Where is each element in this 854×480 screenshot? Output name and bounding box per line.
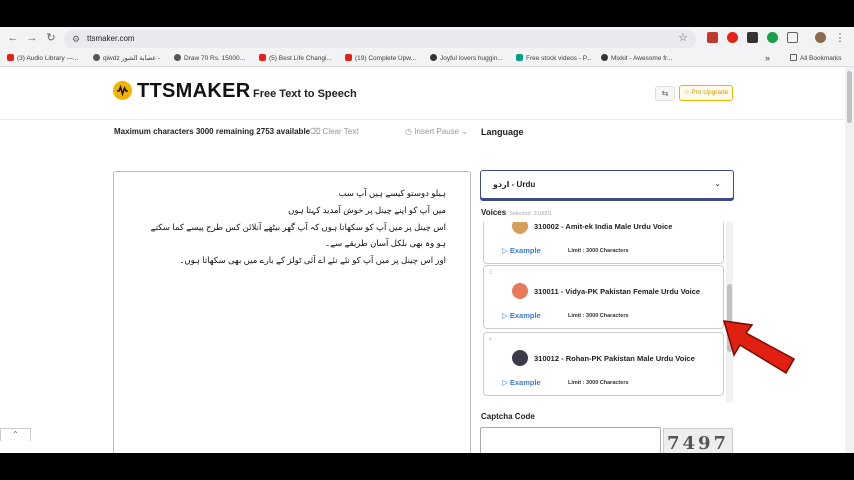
translate-icon[interactable]: ⇆ (655, 86, 675, 101)
browser-toolbar: ← → ↻ ⚙ ttsmaker.com ☆ ⋮ (0, 27, 854, 50)
captcha-image[interactable]: 7497 (663, 428, 733, 453)
bookmark-item[interactable]: Draw 70 Rs. 15000... (174, 53, 245, 64)
voice-limit: Limit : 3000 Characters (568, 313, 629, 319)
chevron-down-icon: ⌄ (459, 127, 469, 136)
voice-card[interactable]: 2 310002 - Amit-ek India Male Urdu Voice… (483, 222, 724, 264)
voice-name: 310002 - Amit-ek India Male Urdu Voice (534, 222, 673, 231)
bookmarks-bar: (3) Audio Library —... qiwdz عصابة الشور… (0, 50, 854, 67)
voice-number: 4 (489, 337, 492, 343)
language-select[interactable]: اردو - Urdu ⌄ (480, 170, 734, 199)
voice-example-button[interactable]: ▷ Example (502, 246, 541, 255)
extension-icon[interactable] (707, 32, 718, 43)
insert-pause-button[interactable]: ◷ Insert Pause ⌄ (405, 127, 468, 137)
menu-kebab-icon[interactable]: ⋮ (833, 31, 847, 45)
reload-icon[interactable]: ↻ (44, 31, 58, 45)
page-scrollbar[interactable] (845, 67, 854, 453)
back-icon[interactable]: ← (6, 31, 20, 45)
header-divider (0, 119, 845, 120)
captcha-input[interactable] (480, 427, 661, 453)
language-label: Language (481, 127, 524, 137)
scroll-top-chevron-icon[interactable]: ⌃ (0, 428, 31, 441)
char-count-label: Maximum characters 3000 remaining 2753 a… (114, 127, 311, 136)
captcha-label: Captcha Code (481, 412, 535, 421)
address-url: ttsmaker.com (87, 34, 135, 43)
text-input-area[interactable]: ہیلو دوستو کیسے ہیں آپ سب میں آپ کو اپنے… (113, 171, 471, 453)
bookmark-item[interactable]: (3) Audio Library —... (7, 53, 78, 64)
bookmark-star-icon[interactable]: ☆ (678, 32, 688, 45)
voice-avatar (512, 222, 528, 234)
all-bookmarks-button[interactable]: All Bookmarks (790, 53, 842, 64)
youtube-icon (7, 54, 14, 61)
browser-window: ← → ↻ ⚙ ttsmaker.com ☆ ⋮ (3) Audio Libra… (0, 27, 854, 453)
clear-text-button[interactable]: ⌫ Clear Text (309, 127, 358, 137)
youtube-icon (259, 54, 266, 61)
tagline: Free Text to Speech (253, 88, 357, 100)
extensions-puzzle-icon[interactable] (787, 32, 798, 43)
clear-icon: ⌫ (309, 127, 323, 136)
language-selected-value: اردو - Urdu (493, 180, 536, 189)
editor-text-line: ہیلو دوستو کیسے ہیں آپ سب (338, 188, 446, 198)
folder-icon (790, 54, 797, 61)
address-bar[interactable]: ⚙ ttsmaker.com ☆ (64, 30, 696, 48)
bookmark-item[interactable]: Mixkit - Awesome fr... (601, 53, 672, 64)
extension-icon[interactable] (747, 32, 758, 43)
play-icon: ▷ (502, 246, 510, 255)
voice-limit: Limit : 3000 Characters (568, 380, 629, 386)
voice-card[interactable]: 4 310012 - Rohan-PK Pakistan Male Urdu V… (483, 332, 724, 396)
page-content: TTSMAKER Free Text to Speech ⇆ ☆ Pro Upg… (0, 67, 854, 453)
editor-text-line: ہو وہ بھی بلکل آسان طریقے سے۔ (325, 238, 446, 248)
editor-text-line: اور اس چینل پر میں آپ کو نئے نئے اے آئی … (179, 255, 446, 265)
extension-icon[interactable] (727, 32, 738, 43)
play-icon: ▷ (502, 311, 510, 320)
bookmark-item[interactable]: (5) Best Life Changi... (259, 53, 332, 64)
grammarly-icon[interactable] (767, 32, 778, 43)
voice-limit: Limit : 3000 Characters (568, 248, 629, 254)
editor-text-line: میں آپ کو اپنے چینل پر خوش آمدید کہتا ہو… (288, 205, 446, 215)
waveform-logo-icon (113, 81, 132, 100)
red-pointer-arrow-icon (722, 320, 796, 375)
voice-example-button[interactable]: ▷ Example (502, 378, 541, 387)
mixkit-icon (601, 54, 608, 61)
bookmark-item[interactable]: Free stock videos - P... (516, 53, 592, 64)
voice-example-button[interactable]: ▷ Example (502, 311, 541, 320)
bookmark-item[interactable]: Joyful lovers huggin... (430, 53, 503, 64)
voice-avatar (512, 283, 528, 299)
site-info-icon[interactable]: ⚙ (72, 33, 80, 45)
clock-icon: ◷ (405, 127, 415, 136)
profile-avatar[interactable] (815, 32, 826, 43)
play-icon: ▷ (502, 378, 510, 387)
bookmark-item[interactable]: (19) Complete Upw... (345, 53, 416, 64)
globe-icon (430, 54, 437, 61)
voice-name: 310011 - Vidya-PK Pakistan Female Urdu V… (534, 287, 701, 296)
youtube-icon (345, 54, 352, 61)
voices-selected-label: Selected: 310001 (509, 211, 553, 217)
voice-number: 3 (489, 270, 492, 276)
globe-icon (93, 54, 100, 61)
logo[interactable]: TTSMAKER (137, 79, 251, 103)
pexels-icon (516, 54, 523, 61)
globe-icon (174, 54, 181, 61)
chevron-down-icon: ⌄ (714, 179, 721, 188)
voice-list[interactable]: 2 310002 - Amit-ek India Male Urdu Voice… (480, 222, 734, 402)
editor-text-line: اس چینل پر میں آپ کو سکھاتا ہوں کہ آپ گھ… (150, 222, 446, 232)
bookmark-item[interactable]: qiwdz عصابة الشور - (93, 53, 160, 64)
voice-card[interactable]: 3 310011 - Vidya-PK Pakistan Female Urdu… (483, 265, 724, 329)
voice-name: 310012 - Rohan-PK Pakistan Male Urdu Voi… (534, 354, 695, 363)
forward-icon[interactable]: → (25, 31, 39, 45)
voice-avatar (512, 350, 528, 366)
bookmarks-overflow-icon[interactable]: » (765, 53, 770, 64)
scrollbar-thumb[interactable] (847, 71, 852, 123)
voices-label: Voices Selected: 310001 (481, 208, 553, 217)
pro-upgrade-button[interactable]: ☆ Pro Upgrade (679, 85, 733, 101)
